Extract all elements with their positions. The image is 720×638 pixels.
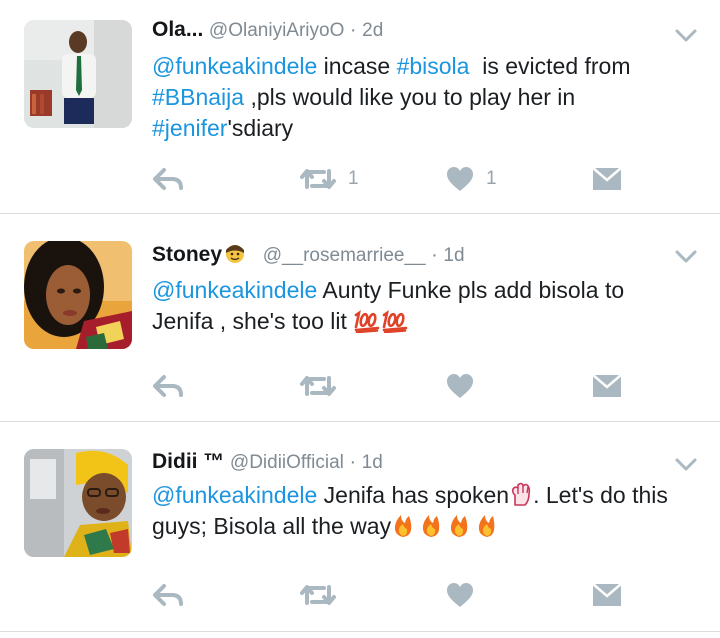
chevron-down-icon[interactable] — [674, 457, 698, 473]
reply-button[interactable] — [152, 370, 184, 402]
separator: · — [349, 451, 357, 473]
text-line: @funkeakindele incase #bisola is evicted… — [152, 51, 692, 82]
dm-button[interactable] — [592, 579, 622, 611]
like-count: 1 — [486, 168, 497, 189]
text-line: @funkeakindele Aunty Funke pls add bisol… — [152, 275, 692, 306]
envelope-icon — [592, 583, 622, 606]
tweet-header: Stoney @__rosemarriee__ · 1d — [152, 242, 465, 268]
tweet-header: Ola... @OlaniyiAriyoO · 2d — [152, 18, 383, 43]
retweet-icon — [300, 376, 336, 396]
retweet-icon — [300, 585, 336, 605]
tweet[interactable]: Stoney @__rosemarriee__ · 1d @funkeakind… — [0, 214, 720, 421]
tweet-text: @funkeakindele Aunty Funke pls add bisol… — [152, 275, 692, 337]
tweet-text: @funkeakindele Jenifa has spoken . Let's… — [152, 480, 692, 542]
text-segment: incase — [317, 53, 397, 79]
chevron-down-icon[interactable] — [674, 28, 698, 44]
user-handle[interactable]: @OlaniyiAriyoO — [209, 20, 344, 41]
divider — [0, 631, 720, 632]
heart-icon — [447, 583, 473, 607]
tweet-actions: 1 1 — [152, 163, 672, 195]
dm-button[interactable] — [592, 163, 622, 195]
retweet-icon — [300, 169, 336, 189]
text-line: #jenifer'sdiary — [152, 113, 692, 144]
mention-link[interactable]: @funkeakindele — [152, 53, 317, 79]
like-button[interactable]: 1 — [446, 163, 497, 195]
avatar[interactable] — [24, 241, 132, 349]
display-name[interactable]: Didii ™ — [152, 450, 224, 473]
reply-button[interactable] — [152, 163, 184, 195]
heart-icon — [447, 167, 473, 191]
user-handle[interactable]: @DidiiOfficial — [230, 452, 344, 473]
text-segment: Jenifa , she's too lit — [152, 308, 354, 334]
text-line: guys; Bisola all the way — [152, 511, 692, 542]
separator: · — [431, 244, 438, 266]
tweet-header: Didii ™ @DidiiOfficial · 1d — [152, 450, 383, 475]
text-segment: Aunty Funke pls add bisola to — [317, 277, 625, 303]
timestamp[interactable]: 1d — [443, 245, 464, 266]
tweet[interactable]: Didii ™ @DidiiOfficial · 1d @funkeakinde… — [0, 422, 720, 638]
tweet-actions — [152, 370, 672, 402]
separator: · — [349, 19, 357, 41]
text-line: @funkeakindele Jenifa has spoken . Let's… — [152, 480, 692, 511]
hundred-points-icon — [354, 310, 408, 333]
text-line: Jenifa , she's too lit — [152, 306, 692, 337]
timestamp[interactable]: 1d — [362, 452, 383, 473]
fire-icon — [394, 515, 495, 537]
retweet-button[interactable] — [300, 370, 336, 402]
emoji-icon — [226, 245, 245, 263]
raised-fist-icon — [512, 482, 531, 506]
text-segment: 'sdiary — [227, 115, 294, 141]
tweet[interactable]: Ola... @OlaniyiAriyoO · 2d @funkeakindel… — [0, 0, 720, 213]
text-segment: ,pls would like you to play her in — [244, 84, 576, 110]
chevron-down-icon[interactable] — [674, 249, 698, 265]
envelope-icon — [592, 167, 622, 190]
avatar[interactable] — [24, 20, 132, 128]
hashtag-link[interactable]: #BBnaija — [152, 84, 244, 110]
user-handle[interactable]: @__rosemarriee__ — [263, 245, 426, 266]
mention-link[interactable]: @funkeakindele — [152, 482, 317, 508]
heart-icon — [447, 374, 473, 398]
hashtag-link[interactable]: #jenifer — [152, 115, 227, 141]
avatar[interactable] — [24, 449, 132, 557]
text-segment: . Let's do this — [533, 482, 668, 508]
text-segment: guys; Bisola all the way — [152, 513, 392, 539]
like-button[interactable] — [446, 370, 474, 402]
reply-icon — [153, 584, 183, 606]
tweet-text: @funkeakindele incase #bisola is evicted… — [152, 51, 692, 144]
display-name[interactable]: Stoney — [152, 243, 222, 266]
display-name[interactable]: Ola... — [152, 18, 203, 41]
reply-icon — [153, 168, 183, 190]
text-segment: Jenifa has spoken — [317, 482, 510, 508]
text-line: #BBnaija ,pls would like you to play her… — [152, 82, 692, 113]
retweet-button[interactable] — [300, 579, 336, 611]
retweet-count: 1 — [348, 168, 359, 189]
reply-button[interactable] — [152, 579, 184, 611]
mention-link[interactable]: @funkeakindele — [152, 277, 317, 303]
retweet-button[interactable]: 1 — [300, 163, 359, 195]
timestamp[interactable]: 2d — [362, 20, 383, 41]
like-button[interactable] — [446, 579, 474, 611]
text-segment: is evicted from — [469, 53, 631, 79]
tweet-actions — [152, 579, 672, 611]
dm-button[interactable] — [592, 370, 622, 402]
reply-icon — [153, 375, 183, 397]
hashtag-link[interactable]: #bisola — [397, 53, 470, 79]
envelope-icon — [592, 374, 622, 397]
